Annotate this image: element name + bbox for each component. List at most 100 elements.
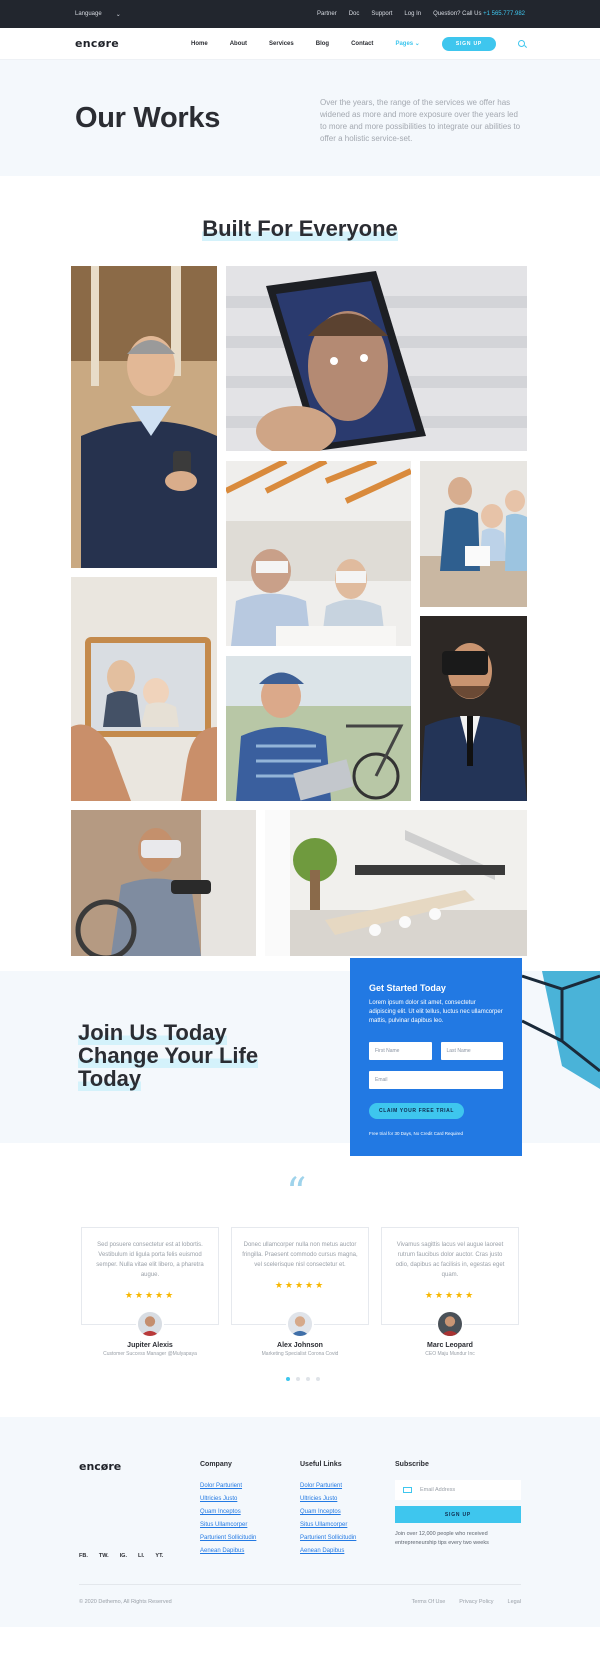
gallery-photo-senior-laptop[interactable] xyxy=(226,656,411,801)
phone-link[interactable]: +1 565.777.982 xyxy=(483,11,525,17)
carousel-dots xyxy=(286,1377,320,1381)
footer-link[interactable]: Ultricies Justo xyxy=(300,1496,356,1503)
gallery-photo-tablet-video-call[interactable] xyxy=(71,577,217,801)
email-field[interactable]: Email xyxy=(369,1071,503,1089)
footer-link[interactable]: Parturient Sollicitudin xyxy=(200,1535,256,1542)
last-name-field[interactable]: Last Name xyxy=(440,1042,503,1060)
footer-subscribe-title: Subscribe xyxy=(395,1461,429,1468)
nav-pages[interactable]: Pages ⌄ xyxy=(395,40,419,47)
legal-terms[interactable]: Terms Of Use xyxy=(412,1599,446,1605)
footer-company-title: Company xyxy=(200,1461,232,1468)
testimonial-text: Sed posuere consectetur est at lobortis.… xyxy=(96,1242,204,1278)
topbar-link-support[interactable]: Support xyxy=(371,11,392,17)
legal-links: Terms Of Use Privacy Policy Legal xyxy=(412,1599,521,1605)
testimonial-name: Alex Johnson xyxy=(277,1342,323,1349)
footer-link[interactable]: Situs Ullamcorper xyxy=(200,1522,256,1529)
testimonial-role: Marketing Specialist Corona Covid xyxy=(261,1351,339,1357)
nav-about[interactable]: About xyxy=(230,41,247,47)
testimonial-card: Sed posuere consectetur est at lobortis.… xyxy=(81,1227,219,1338)
carousel-dot[interactable] xyxy=(286,1377,290,1381)
language-selector[interactable]: Language ⌄ xyxy=(75,11,121,18)
subscribe-button[interactable]: SIGN UP xyxy=(395,1506,521,1523)
footer-link[interactable]: Situs Ullamcorper xyxy=(300,1522,356,1529)
language-label: Language xyxy=(75,11,102,17)
works-title: Built For Everyone xyxy=(0,216,600,242)
top-bar: Language ⌄ Partner Doc Support Log In Qu… xyxy=(0,0,600,28)
footer-divider xyxy=(79,1584,521,1585)
carousel-dot[interactable] xyxy=(306,1377,310,1381)
join-line-1: Join Us Today xyxy=(78,1020,227,1045)
question-label: Question? Call Us xyxy=(433,11,482,17)
footer-link[interactable]: Ultricies Justo xyxy=(200,1496,256,1503)
logo[interactable]: encøre xyxy=(75,37,119,50)
carousel-dot[interactable] xyxy=(296,1377,300,1381)
main-nav: Home About Services Blog Contact Pages ⌄… xyxy=(191,36,525,51)
footer-link[interactable]: Aenean Dapibus xyxy=(300,1548,356,1555)
nav-contact[interactable]: Contact xyxy=(351,41,373,47)
gallery-photo-businessman-phone[interactable] xyxy=(71,266,217,568)
gallery-photo-vr-glove[interactable] xyxy=(71,810,256,956)
avatar xyxy=(136,1310,164,1338)
signup-button[interactable]: SIGN UP xyxy=(441,36,496,51)
topbar-link-doc[interactable]: Doc xyxy=(349,11,360,17)
testimonial-card: Donec ullamcorper nulla non metus auctor… xyxy=(231,1227,369,1338)
footer-link[interactable]: Dolor Parturient xyxy=(200,1483,256,1490)
testimonial-text: Vivamus sagittis lacus vel augue laoreet… xyxy=(395,1242,505,1278)
footer-link[interactable]: Dolor Parturient xyxy=(300,1483,356,1490)
legal-privacy[interactable]: Privacy Policy xyxy=(459,1599,493,1605)
gallery-photo-vr-couple[interactable] xyxy=(226,461,411,646)
social-instagram[interactable]: IG. xyxy=(120,1553,127,1559)
chevron-down-icon: ⌄ xyxy=(414,41,420,47)
form-text: Lorem ipsum dolor sit amet, consectetur … xyxy=(369,1000,503,1024)
testimonial-card: Vivamus sagittis lacus vel augue laoreet… xyxy=(381,1227,519,1338)
testimonials-section: “ Sed posuere consectetur est at loborti… xyxy=(0,1143,600,1417)
social-facebook[interactable]: FB. xyxy=(79,1553,88,1559)
works-title-text: Built For Everyone xyxy=(202,216,398,241)
chevron-down-icon: ⌄ xyxy=(115,11,121,18)
nav-home[interactable]: Home xyxy=(191,41,208,47)
footer-link[interactable]: Quam Inceptos xyxy=(300,1509,356,1516)
quote-icon: “ xyxy=(286,1170,307,1216)
footer-logo[interactable]: encøre xyxy=(79,1460,121,1473)
search-icon[interactable] xyxy=(518,40,525,47)
join-heading: Join Us Today Change Your Life Today xyxy=(78,1020,259,1091)
footer-useful-title: Useful Links xyxy=(300,1461,342,1468)
nav-services[interactable]: Services xyxy=(269,41,294,47)
trial-note: Free trial for 30 Days, No Credit Card R… xyxy=(369,1131,464,1136)
subscribe-email-input[interactable]: Email Address xyxy=(395,1480,521,1500)
testimonial-role: Customer Success Manager @Mulyapaya xyxy=(103,1351,197,1357)
footer-link[interactable]: Parturient Sollicitudin xyxy=(300,1535,356,1542)
nav-blog[interactable]: Blog xyxy=(316,41,329,47)
legal-legal[interactable]: Legal xyxy=(508,1599,521,1605)
claim-trial-button[interactable]: CLAIM YOUR FREE TRIAL xyxy=(369,1103,465,1119)
topbar-link-partner[interactable]: Partner xyxy=(317,11,337,17)
join-section: Join Us Today Change Your Life Today Get… xyxy=(0,958,600,1156)
footer: encøre FB. TW. IG. LI. YT. Company Dolor… xyxy=(0,1417,600,1627)
star-rating: ★★★★★ xyxy=(424,1290,476,1300)
footer-link[interactable]: Quam Inceptos xyxy=(200,1509,256,1516)
avatar xyxy=(286,1310,314,1338)
footer-link[interactable]: Aenean Dapibus xyxy=(200,1548,256,1555)
topbar-link-login[interactable]: Log In xyxy=(404,11,421,17)
join-line-3: Today xyxy=(78,1066,142,1091)
social-youtube[interactable]: YT. xyxy=(155,1553,163,1559)
copyright: © 2020 Dethemo, All Rights Reserved xyxy=(79,1599,172,1605)
hero-description: Over the years, the range of the service… xyxy=(320,98,521,143)
social-linkedin[interactable]: LI. xyxy=(138,1553,144,1559)
form-title: Get Started Today xyxy=(369,983,446,993)
email-placeholder: Email Address xyxy=(420,1487,456,1493)
avatar xyxy=(436,1310,464,1338)
gallery-photo-face-scan[interactable] xyxy=(226,266,527,451)
footer-company-column: Company Dolor Parturient Ultricies Justo… xyxy=(200,1461,256,1561)
hero-section: Our Works Over the years, the range of t… xyxy=(0,60,600,176)
first-name-field[interactable]: First Name xyxy=(369,1042,432,1060)
works-section: Built For Everyone xyxy=(0,176,600,956)
social-twitter[interactable]: TW. xyxy=(99,1553,109,1559)
gallery-photo-family-robot[interactable] xyxy=(420,461,527,607)
footer-useful-column: Useful Links Dolor Parturient Ultricies … xyxy=(300,1461,356,1561)
gallery-photo-office[interactable] xyxy=(265,810,527,956)
gallery-photo-vr-businessman[interactable] xyxy=(420,616,527,801)
carousel-dot[interactable] xyxy=(316,1377,320,1381)
star-rating: ★★★★★ xyxy=(274,1280,326,1290)
call-us-text: Question? Call Us +1 565.777.982 xyxy=(433,11,525,17)
